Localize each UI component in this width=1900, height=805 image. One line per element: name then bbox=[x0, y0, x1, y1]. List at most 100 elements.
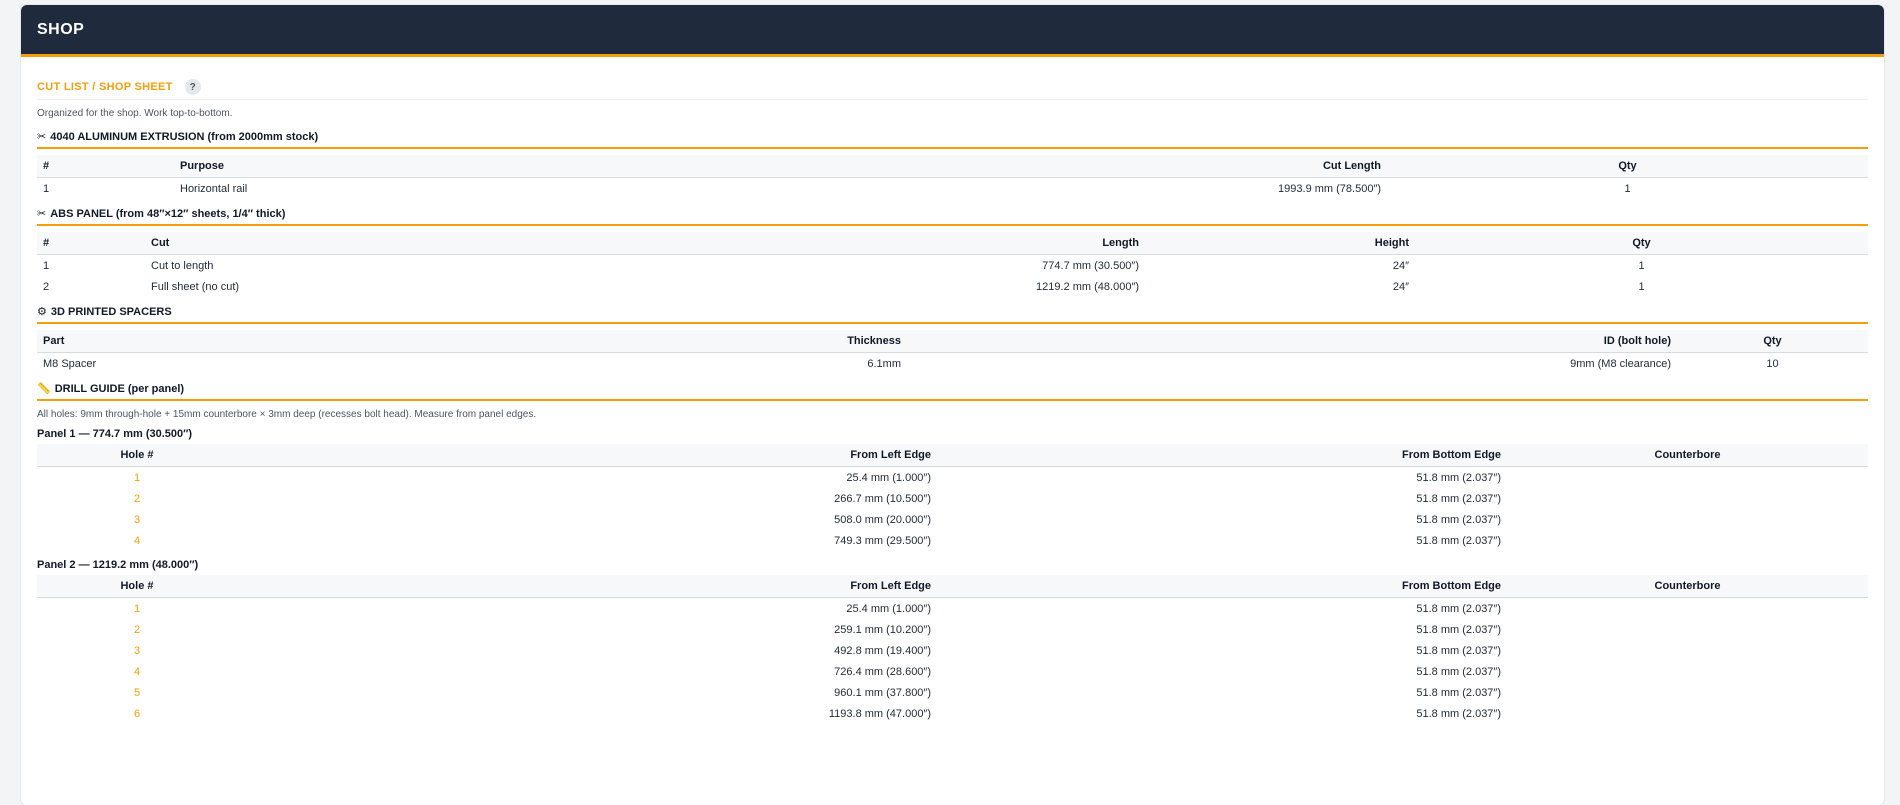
ruler-icon: 📏 bbox=[37, 383, 51, 395]
cell-bottom-edge: 51.8 mm (2.037″) bbox=[1416, 623, 1501, 636]
cell-bottom-edge: 51.8 mm (2.037″) bbox=[1416, 707, 1501, 720]
abs-title-text: ABS PANEL (from 48″×12″ sheets, 1/4″ thi… bbox=[50, 207, 286, 220]
cell-hole: 1 bbox=[133, 602, 141, 615]
extrusion-title: ✂ 4040 ALUMINUM EXTRUSION (from 2000mm s… bbox=[37, 130, 1868, 149]
col-counterbore: Counterbore bbox=[1507, 444, 1868, 467]
col-bottom-edge: From Bottom Edge bbox=[937, 444, 1507, 467]
drill-title: 📏 DRILL GUIDE (per panel) bbox=[37, 382, 1868, 401]
app-title: SHOP bbox=[37, 20, 85, 38]
panel-2-title: Panel 2 — 1219.2 mm (48.000″) bbox=[37, 559, 199, 571]
cell-hole: 1 bbox=[133, 471, 141, 484]
cell-bottom-edge: 51.8 mm (2.037″) bbox=[1416, 534, 1501, 547]
col-left-edge: From Left Edge bbox=[237, 575, 937, 598]
cell-counterbore bbox=[1507, 488, 1868, 509]
spacers-title: ⚙ 3D PRINTED SPACERS bbox=[37, 305, 1868, 324]
cell-bottom-edge: 51.8 mm (2.037″) bbox=[1416, 602, 1501, 615]
cell-cut: Full sheet (no cut) bbox=[151, 280, 240, 293]
help-icon[interactable]: ? bbox=[184, 79, 201, 95]
table-row: 4 749.3 mm (29.500″) 51.8 mm (2.037″) bbox=[37, 530, 1868, 551]
table-row: 5 960.1 mm (37.800″) 51.8 mm (2.037″) bbox=[37, 682, 1868, 703]
cell-counterbore bbox=[1507, 661, 1868, 682]
cell-left-edge: 259.1 mm (10.200″) bbox=[834, 623, 931, 636]
table-row: 4 726.4 mm (28.600″) 51.8 mm (2.037″) bbox=[37, 661, 1868, 682]
cell-bottom-edge: 51.8 mm (2.037″) bbox=[1416, 513, 1501, 526]
table-row: 2 259.1 mm (10.200″) 51.8 mm (2.037″) bbox=[37, 619, 1868, 640]
col-number: # bbox=[37, 155, 174, 178]
cell-left-edge: 266.7 mm (10.500″) bbox=[834, 492, 931, 505]
spacers-table: Part Thickness ID (bolt hole) Qty M8 Spa… bbox=[37, 330, 1868, 374]
cell-hole: 5 bbox=[133, 686, 141, 699]
col-id: ID (bolt hole) bbox=[907, 330, 1677, 353]
drill-note: All holes: 9mm through-hole + 15mm count… bbox=[37, 409, 537, 420]
col-qty: Qty bbox=[1415, 232, 1868, 255]
col-left-edge: From Left Edge bbox=[237, 444, 937, 467]
col-cut: Cut bbox=[145, 232, 945, 255]
col-bottom-edge: From Bottom Edge bbox=[937, 575, 1507, 598]
cell-counterbore bbox=[1507, 703, 1868, 724]
cell-qty: 1 bbox=[1638, 259, 1645, 272]
col-cut-length: Cut Length bbox=[1247, 155, 1387, 178]
col-part: Part bbox=[37, 330, 387, 353]
intro-note: Organized for the shop. Work top-to-bott… bbox=[37, 108, 233, 119]
col-purpose: Purpose bbox=[174, 155, 1247, 178]
table-row: 1 Horizontal rail 1993.9 mm (78.500″) 1 bbox=[37, 178, 1868, 200]
cell-left-edge: 749.3 mm (29.500″) bbox=[834, 534, 931, 547]
shop-card: SHOP CUT LIST / SHOP SHEET ? Organized f… bbox=[21, 5, 1884, 805]
cell-bottom-edge: 51.8 mm (2.037″) bbox=[1416, 471, 1501, 484]
cell-bottom-edge: 51.8 mm (2.037″) bbox=[1416, 644, 1501, 657]
cell-counterbore bbox=[1507, 640, 1868, 661]
spacers-title-text: 3D PRINTED SPACERS bbox=[50, 305, 172, 318]
cell-left-edge: 726.4 mm (28.600″) bbox=[834, 665, 931, 678]
cell-counterbore bbox=[1507, 619, 1868, 640]
cell-hole: 2 bbox=[133, 623, 141, 636]
cell-left-edge: 25.4 mm (1.000″) bbox=[846, 602, 931, 615]
cell-bottom-edge: 51.8 mm (2.037″) bbox=[1416, 665, 1501, 678]
extrusion-table: # Purpose Cut Length Qty 1 Horizontal ra… bbox=[37, 155, 1868, 199]
table-row: 3 508.0 mm (20.000″) 51.8 mm (2.037″) bbox=[37, 509, 1868, 530]
cell-hole: 6 bbox=[133, 707, 141, 720]
main-content: CUT LIST / SHOP SHEET ? Organized for th… bbox=[21, 57, 1884, 724]
table-row: 2 266.7 mm (10.500″) 51.8 mm (2.037″) bbox=[37, 488, 1868, 509]
cell-bottom-edge: 51.8 mm (2.037″) bbox=[1416, 492, 1501, 505]
cell-hole: 4 bbox=[133, 665, 141, 678]
cell-left-edge: 960.1 mm (37.800″) bbox=[834, 686, 931, 699]
cell-counterbore bbox=[1507, 530, 1868, 551]
table-row: M8 Spacer 6.1mm 9mm (M8 clearance) 10 bbox=[37, 353, 1868, 375]
table-row: 3 492.8 mm (19.400″) 51.8 mm (2.037″) bbox=[37, 640, 1868, 661]
col-height: Height bbox=[1145, 232, 1415, 255]
cell-height: 24″ bbox=[1392, 280, 1409, 293]
top-bar: SHOP bbox=[21, 5, 1884, 57]
cell-counterbore bbox=[1507, 467, 1868, 489]
cell-length: 1219.2 mm (48.000″) bbox=[1036, 280, 1139, 293]
cell-left-edge: 25.4 mm (1.000″) bbox=[846, 471, 931, 484]
table-row: 6 1193.8 mm (47.000″) 51.8 mm (2.037″) bbox=[37, 703, 1868, 724]
cell-number: 1 bbox=[43, 182, 50, 195]
scissors-icon: ✂ bbox=[37, 208, 47, 220]
cell-counterbore bbox=[1507, 598, 1868, 620]
cell-hole: 4 bbox=[133, 534, 141, 547]
cell-number: 2 bbox=[43, 280, 50, 293]
table-row: 1 Cut to length 774.7 mm (30.500″) 24″ 1 bbox=[37, 255, 1868, 277]
cell-cut-length: 1993.9 mm (78.500″) bbox=[1278, 182, 1381, 195]
abs-title: ✂ ABS PANEL (from 48″×12″ sheets, 1/4″ t… bbox=[37, 207, 1868, 226]
cell-qty: 10 bbox=[1766, 357, 1779, 370]
col-length: Length bbox=[945, 232, 1145, 255]
cell-height: 24″ bbox=[1392, 259, 1409, 272]
cell-hole: 2 bbox=[133, 492, 141, 505]
cell-bottom-edge: 51.8 mm (2.037″) bbox=[1416, 686, 1501, 699]
panel-1-table: Hole # From Left Edge From Bottom Edge C… bbox=[37, 444, 1868, 551]
cell-purpose: Horizontal rail bbox=[180, 182, 248, 195]
extrusion-title-text: 4040 ALUMINUM EXTRUSION (from 2000mm sto… bbox=[50, 130, 319, 143]
cell-counterbore bbox=[1507, 682, 1868, 703]
table-row: 2 Full sheet (no cut) 1219.2 mm (48.000″… bbox=[37, 276, 1868, 297]
abs-table: # Cut Length Height Qty 1 Cut to length … bbox=[37, 232, 1868, 297]
panel-2-table: Hole # From Left Edge From Bottom Edge C… bbox=[37, 575, 1868, 724]
col-hole: Hole # bbox=[37, 575, 237, 598]
col-qty: Qty bbox=[1677, 330, 1868, 353]
cell-left-edge: 492.8 mm (19.400″) bbox=[834, 644, 931, 657]
col-number: # bbox=[37, 232, 145, 255]
scissors-icon: ✂ bbox=[37, 131, 47, 143]
cell-hole: 3 bbox=[133, 644, 141, 657]
cell-length: 774.7 mm (30.500″) bbox=[1042, 259, 1139, 272]
cell-qty: 1 bbox=[1624, 182, 1631, 195]
